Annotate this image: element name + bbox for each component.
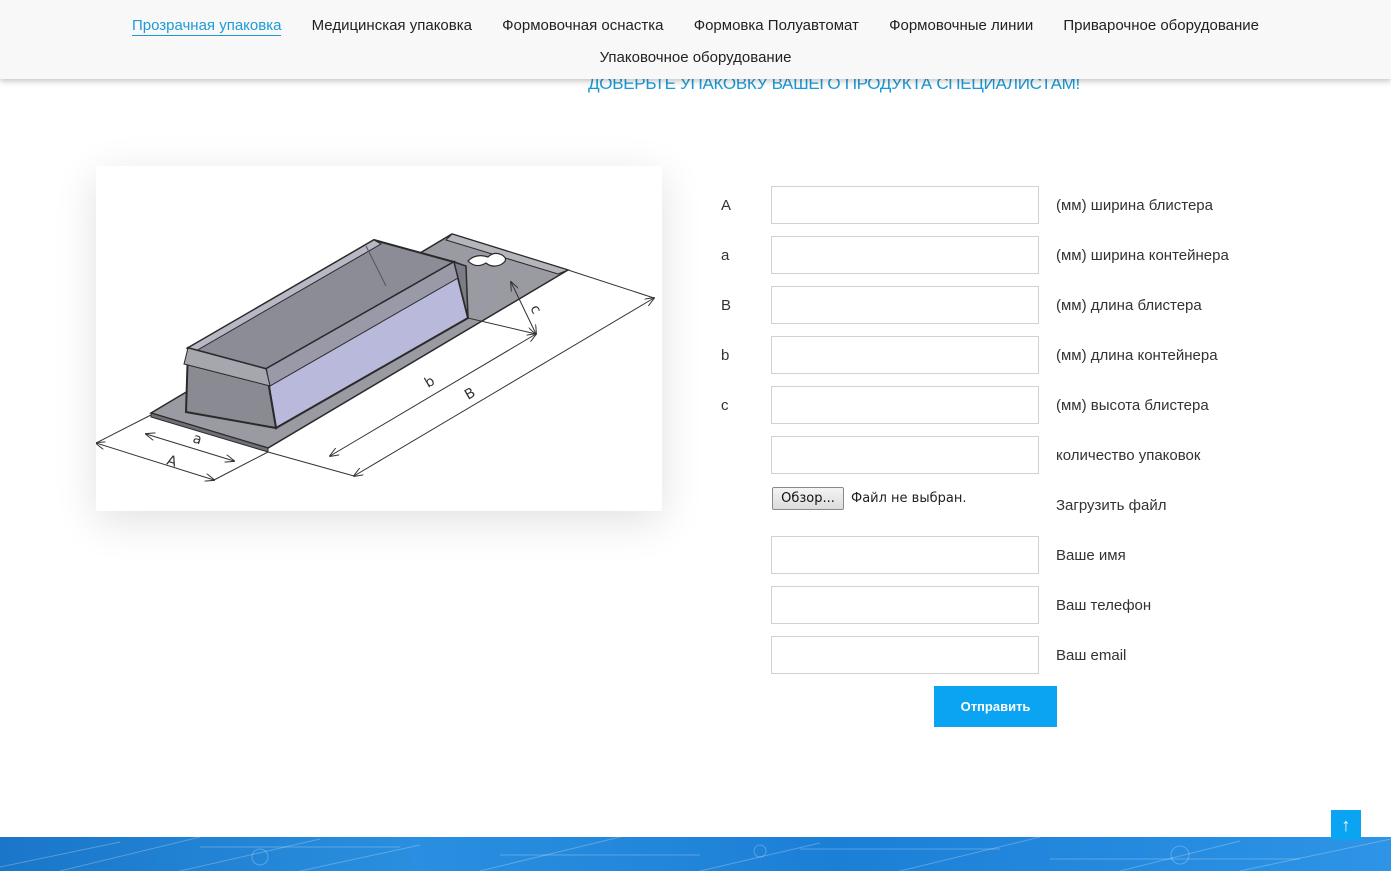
- nav-item-molding-lines[interactable]: Формовочные линии: [889, 17, 1033, 34]
- nav-item-semi-auto-molding[interactable]: Формовка Полуавтомат: [694, 17, 859, 34]
- nav-item-medical-packaging[interactable]: Медицинская упаковка: [312, 17, 472, 34]
- nav-row-1: Прозрачная упаковка Медицинская упаковка…: [0, 17, 1391, 36]
- field-label: количество упаковок: [1056, 447, 1201, 464]
- field-label: (мм) ширина блистера: [1056, 197, 1213, 214]
- container-length-input[interactable]: [771, 336, 1039, 374]
- field-letter: B: [721, 297, 732, 314]
- nav-item-molding-tooling[interactable]: Формовочная оснастка: [502, 17, 663, 34]
- form-row-B: B (мм) длина блистера: [0, 286, 1391, 326]
- field-label: (мм) высота блистера: [1056, 397, 1209, 414]
- arrow-up-icon[interactable]: ↑: [1331, 810, 1361, 840]
- field-letter: c: [721, 397, 729, 414]
- top-navigation: Прозрачная упаковка Медицинская упаковка…: [0, 0, 1391, 79]
- nav-item-packaging-equipment[interactable]: Упаковочное оборудование: [600, 49, 792, 66]
- field-label: (мм) ширина контейнера: [1056, 247, 1229, 264]
- email-input[interactable]: [771, 636, 1039, 674]
- field-label: Ваш email: [1056, 647, 1127, 664]
- field-letter: b: [721, 347, 730, 364]
- form-row-c: c (мм) высота блистера: [0, 386, 1391, 426]
- phone-input[interactable]: [771, 586, 1039, 624]
- field-label: (мм) длина контейнера: [1056, 347, 1218, 364]
- browse-file-button[interactable]: Обзор...: [772, 487, 844, 510]
- form-row-file: Обзор... Файл не выбран. Загрузить файл: [0, 487, 1391, 527]
- nav-row-2: Упаковочное оборудование: [0, 49, 1391, 66]
- upload-file-label: Загрузить файл: [1056, 497, 1167, 514]
- form-row-phone: Ваш телефон: [0, 586, 1391, 626]
- form-row-email: Ваш email: [0, 636, 1391, 676]
- form-row-quantity: количество упаковок: [0, 436, 1391, 476]
- submit-button[interactable]: Отправить: [934, 686, 1057, 727]
- form-row-name: Ваше имя: [0, 536, 1391, 576]
- blister-length-input[interactable]: [771, 286, 1039, 324]
- blister-width-input[interactable]: [771, 186, 1039, 224]
- blister-height-input[interactable]: [771, 386, 1039, 424]
- form-row-a: a (мм) ширина контейнера: [0, 236, 1391, 276]
- field-label: Ваше имя: [1056, 547, 1126, 564]
- form-row-b: b (мм) длина контейнера: [0, 336, 1391, 376]
- quantity-input[interactable]: [771, 436, 1039, 474]
- form-row-A: A (мм) ширина блистера: [0, 186, 1391, 226]
- field-letter: A: [721, 197, 732, 214]
- field-letter: a: [721, 247, 730, 264]
- field-label: (мм) длина блистера: [1056, 297, 1202, 314]
- field-label: Ваш телефон: [1056, 597, 1152, 614]
- nav-item-transparent-packaging[interactable]: Прозрачная упаковка: [131, 17, 282, 36]
- file-status-text: Файл не выбран.: [851, 491, 967, 506]
- container-width-input[interactable]: [771, 236, 1039, 274]
- footer-band: [0, 837, 1391, 871]
- name-input[interactable]: [771, 536, 1039, 574]
- footer-pattern: [0, 837, 1391, 871]
- nav-item-welding-equipment[interactable]: Приварочное оборудование: [1063, 17, 1259, 34]
